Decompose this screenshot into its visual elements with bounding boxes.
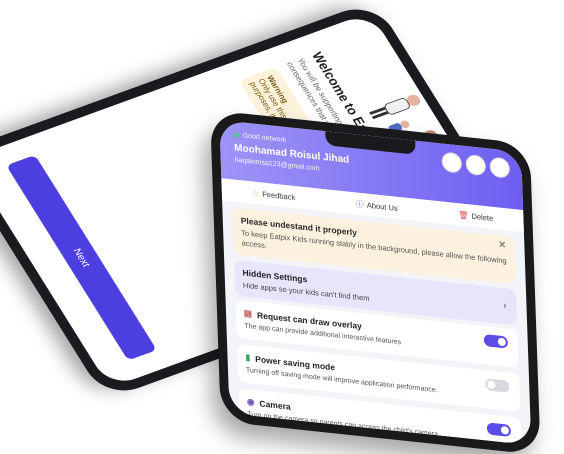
camera-icon: ◉ [246, 396, 255, 407]
chevron-right-icon: › [503, 300, 507, 312]
about-us-label: About Us [366, 200, 398, 213]
info-icon: ⓘ [355, 198, 364, 209]
power-saving-toggle[interactable] [485, 378, 510, 393]
close-icon[interactable]: ✕ [498, 239, 507, 251]
front-phone-screen: Good network Moohamad Roisul Jihad haqal… [219, 119, 532, 446]
feedback-label: Feedback [262, 189, 296, 202]
next-button[interactable]: Next [6, 154, 157, 361]
avatar[interactable] [441, 151, 463, 174]
delete-button[interactable]: 🗑 Delete [458, 210, 493, 223]
feedback-button[interactable]: ☆ Feedback [252, 188, 295, 202]
overlay-toggle[interactable] [483, 334, 509, 349]
avatar[interactable] [489, 156, 511, 179]
front-phone: Good network Moohamad Roisul Jihad haqal… [210, 110, 541, 454]
trash-icon: 🗑 [458, 209, 469, 220]
star-icon: ☆ [251, 187, 260, 198]
layers-icon: ▤ [243, 307, 253, 319]
camera-title: Camera [259, 397, 291, 412]
network-dot-icon [233, 132, 239, 139]
network-label: Good network [242, 132, 287, 145]
avatar[interactable] [465, 153, 487, 177]
battery-icon: ▮ [245, 351, 251, 363]
microphone-title: Microphone [247, 429, 294, 444]
delete-label: Delete [471, 211, 494, 223]
camera-toggle[interactable] [486, 422, 512, 437]
stage: Welcome to Eatpix You will be supporting… [0, 0, 564, 454]
about-us-button[interactable]: ⓘ About Us [356, 198, 398, 213]
